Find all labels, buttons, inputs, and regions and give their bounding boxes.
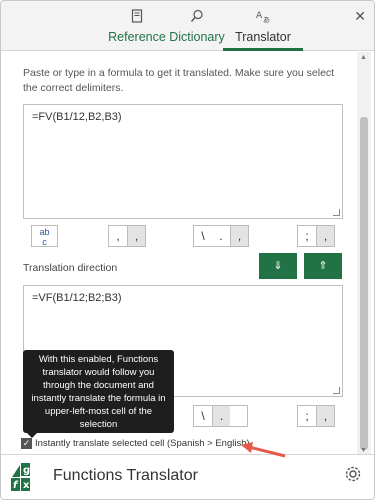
vertical-scrollbar[interactable]: ▲ ▼: [357, 52, 371, 456]
translation-direction-label: Translation direction: [23, 262, 118, 274]
delimiter-option[interactable]: ;: [298, 226, 316, 246]
slash-delimiter-toggle[interactable]: \ .: [193, 405, 248, 427]
delimiter-option[interactable]: .: [212, 226, 230, 246]
svg-text:あ: あ: [263, 16, 270, 23]
instant-translate-checkbox[interactable]: ✓: [21, 437, 32, 449]
translated-formula-text: =VF(B1/12;B2;B3): [32, 292, 122, 304]
delimiter-row-source: ab c , , \ . , ; ,: [31, 225, 341, 247]
abc-icon: ab c: [39, 227, 50, 247]
delimiter-option[interactable]: ,: [316, 226, 334, 246]
delimiter-option[interactable]: ,: [316, 406, 334, 426]
delimiter-option[interactable]: \: [194, 406, 212, 426]
source-formula-text: =FV(B1/12,B2,B3): [32, 111, 122, 123]
svg-text:x: x: [23, 480, 30, 491]
comma-delimiter-toggle[interactable]: , ,: [108, 225, 146, 247]
source-formula-input[interactable]: =FV(B1/12,B2,B3): [23, 104, 343, 219]
delimiter-option[interactable]: ,: [109, 226, 127, 246]
direction-down-button[interactable]: ⇓: [259, 253, 297, 279]
spell-check-button[interactable]: ab c: [31, 225, 58, 247]
tab-translator[interactable]: Aあ Translator: [223, 9, 303, 51]
delimiter-option[interactable]: ,: [230, 226, 248, 246]
scrollbar-thumb[interactable]: [360, 117, 368, 450]
instant-translate-label: Instantly translate selected cell (Spani…: [35, 437, 250, 449]
close-icon[interactable]: ✕: [354, 8, 366, 25]
slash-delimiter-toggle[interactable]: \ . ,: [193, 225, 249, 247]
instructions-text: Paste or type in a formula to get it tra…: [23, 67, 335, 94]
functions-translator-logo-icon: g f x: [9, 461, 41, 493]
settings-gear-icon[interactable]: [344, 465, 362, 488]
delimiter-option[interactable]: ;: [298, 406, 316, 426]
functions-translator-pane: Reference Dictionary Aあ Translator ✕ Pas…: [0, 0, 375, 500]
svg-text:A: A: [256, 11, 263, 21]
delimiter-option[interactable]: .: [212, 406, 230, 426]
scroll-down-icon[interactable]: ▼: [360, 447, 367, 454]
instant-translate-tooltip: With this enabled, Functions translator …: [23, 350, 174, 438]
tab-label: Translator: [235, 30, 291, 44]
delimiter-option[interactable]: \: [194, 226, 212, 246]
svg-text:g: g: [23, 465, 30, 476]
direction-up-button[interactable]: ⇑: [304, 253, 342, 279]
footer: g f x Functions Translator: [1, 454, 374, 499]
translate-icon: Aあ: [223, 9, 303, 27]
scroll-up-icon[interactable]: ▲: [360, 54, 367, 61]
delimiter-option[interactable]: ,: [127, 226, 145, 246]
footer-title: Functions Translator: [53, 467, 198, 484]
tab-bar: Reference Dictionary Aあ Translator ✕: [1, 1, 374, 51]
tooltip-arrow: [27, 433, 37, 438]
resize-grip-icon[interactable]: [333, 387, 340, 394]
tooltip-text: With this enabled, Functions translator …: [31, 354, 166, 430]
semicolon-delimiter-toggle[interactable]: ; ,: [297, 405, 335, 427]
instant-translate-option[interactable]: ✓ Instantly translate selected cell (Spa…: [21, 436, 250, 450]
annotation-arrow-icon: [241, 442, 286, 458]
semicolon-delimiter-toggle[interactable]: ; ,: [297, 225, 335, 247]
resize-grip-icon[interactable]: [333, 209, 340, 216]
